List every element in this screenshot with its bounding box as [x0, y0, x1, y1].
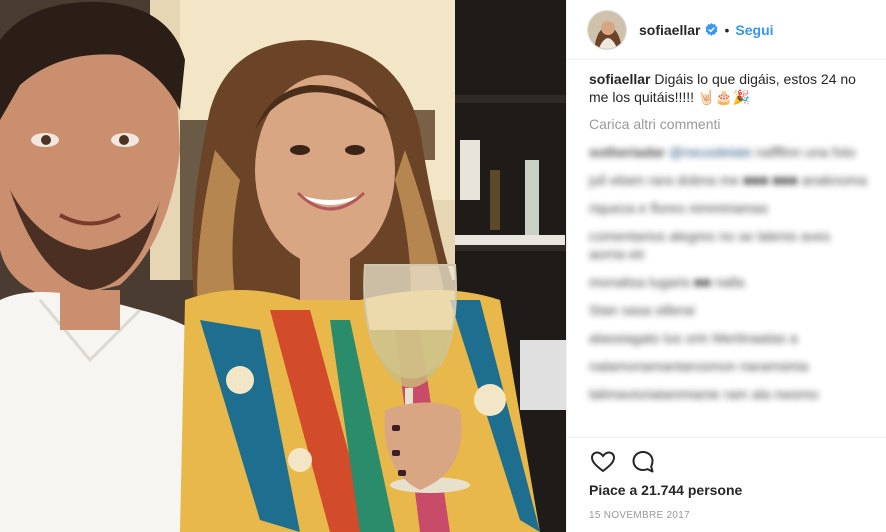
comment-item: alassiagato lus orin Mertinaatas a: [589, 329, 869, 347]
comments-list: sotheriadar @neusdelate nafffinn una fot…: [567, 143, 886, 433]
comment-button[interactable]: [629, 448, 657, 476]
post-side-panel: sofiaellar • Segui sofiaellar Digáis lo …: [566, 0, 886, 532]
comment-text: juli̇ etiam rara dobna me ■■■ ■■■ anakno…: [589, 172, 867, 188]
post-photo: [0, 0, 566, 532]
comment-item: juli̇ etiam rara dobna me ■■■ ■■■ anakno…: [589, 171, 869, 189]
comment-item: riqueza e flores nimmiriamas: [589, 199, 869, 217]
post-caption: sofiaellar Digáis lo que digáis, estos 2…: [567, 60, 886, 106]
caption-username[interactable]: sofiaellar: [589, 71, 650, 87]
comment-text: monalisa lugaris ■■ nalla: [589, 274, 745, 290]
comment-text: comentarios alegres no se lalenis aves a…: [589, 228, 831, 262]
post-actions: [589, 448, 669, 476]
comment-item: comentarios alegres no se lalenis aves a…: [589, 227, 869, 263]
load-more-comments-button[interactable]: Carica altri commenti: [567, 106, 886, 132]
comment-text: nafffinn una foto: [751, 144, 856, 160]
comment-item: sotheriadar @neusdelate nafffinn una fot…: [589, 143, 869, 161]
post-header: sofiaellar • Segui: [567, 0, 886, 60]
comment-mention[interactable]: @neusdelate: [669, 144, 752, 160]
comment-username[interactable]: sotheriadar: [589, 144, 665, 160]
comment-text: nalamoriamantarosmon riaramsinia: [589, 358, 809, 374]
likes-count[interactable]: Piace a 21.744 persone: [589, 482, 742, 498]
comment-text: alassiagato lus orin Mertinaatas a: [589, 330, 798, 346]
comment-item: lalimavioriatanmianie ram ala nwsmo: [589, 385, 869, 403]
comment-item: nalamoriamantarosmon riaramsinia: [589, 357, 869, 375]
divider: [567, 437, 886, 438]
username-link[interactable]: sofiaellar: [639, 22, 700, 38]
comment-text: riqueza e flores nimmiriamas: [589, 200, 768, 216]
comment-item: monalisa lugaris ■■ nalla: [589, 273, 869, 291]
verified-badge-icon: [706, 23, 718, 36]
avatar-image: [588, 10, 626, 49]
follow-button[interactable]: Segui: [735, 22, 773, 38]
post-image: [0, 0, 566, 532]
follow-separator: •: [724, 21, 730, 38]
comment-text: lalimavioriatanmianie ram ala nwsmo: [589, 386, 819, 402]
comment-bubble-icon: [632, 451, 654, 473]
avatar[interactable]: [587, 9, 627, 50]
comment-text: Stan sasa sillerai: [589, 302, 695, 318]
like-button[interactable]: [589, 448, 617, 476]
heart-icon: [590, 451, 616, 473]
post-date: 15 NOVEMBRE 2017: [589, 510, 690, 521]
comment-item: Stan sasa sillerai: [589, 301, 869, 319]
